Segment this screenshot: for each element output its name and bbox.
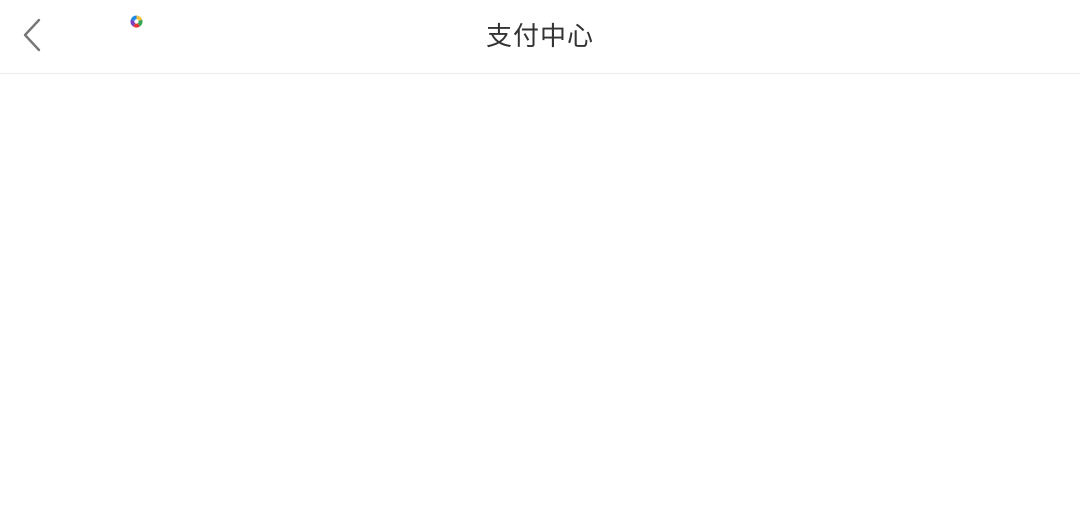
payment-center-page: 支付中心 [0,0,1080,508]
top-navigation-bar: 支付中心 [0,0,1080,74]
blank-content-area [0,74,1080,508]
page-title: 支付中心 [485,22,594,52]
colorful-spinner-icon [130,13,143,28]
chevron-left-icon [21,17,43,57]
back-button[interactable] [12,15,52,59]
